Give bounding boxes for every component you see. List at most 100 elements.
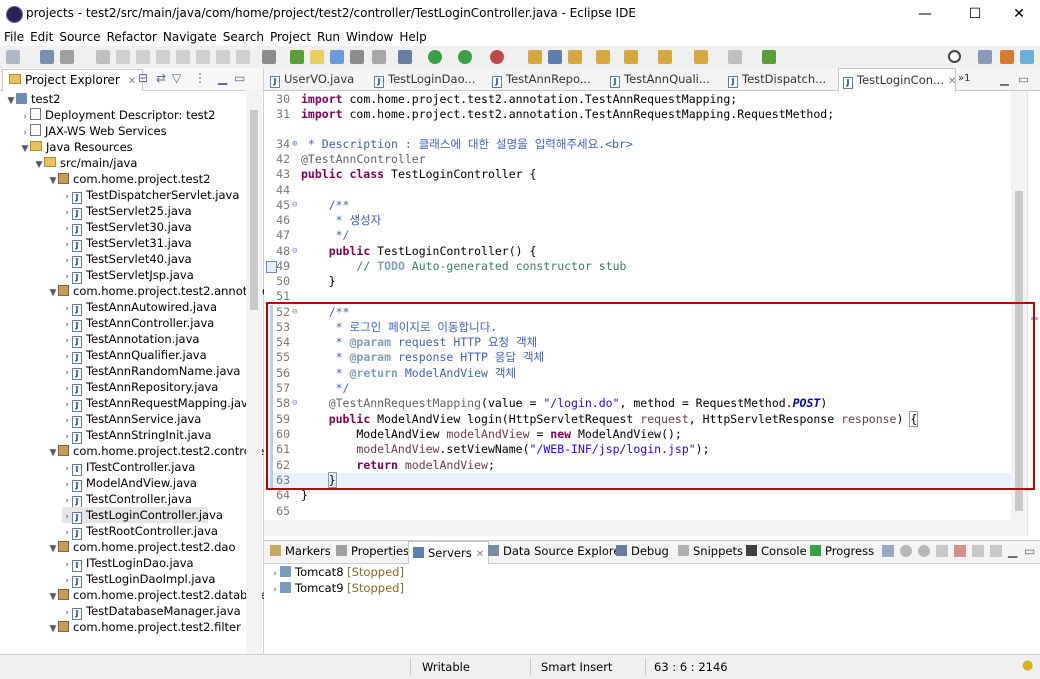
terminate-icon[interactable] xyxy=(156,50,170,64)
tree-item-file[interactable]: › J TestAnnRepository.java xyxy=(62,379,218,396)
last-edit-location-icon[interactable] xyxy=(658,50,672,64)
toggle-mark-icon[interactable] xyxy=(330,50,344,64)
menu-search[interactable]: Search xyxy=(219,28,266,46)
skip-breakpoints-icon[interactable] xyxy=(96,50,110,64)
code-line[interactable]: 64} xyxy=(264,488,1024,503)
maximize-button[interactable]: ☐ xyxy=(952,0,998,28)
minimize-editor-icon[interactable]: ▁ xyxy=(1000,68,1009,90)
profile-server-icon[interactable] xyxy=(936,545,948,557)
chevron-down-icon[interactable]: ▼ xyxy=(48,285,58,301)
previous-annotation-icon[interactable] xyxy=(624,50,638,64)
publish-icon[interactable] xyxy=(972,545,984,557)
tree-item-file[interactable]: › J TestAnnService.java xyxy=(62,411,201,428)
code-line[interactable]: 65 xyxy=(264,504,1024,519)
chevron-down-icon[interactable]: ▼ xyxy=(48,541,58,557)
stop-server-icon[interactable] xyxy=(954,545,966,557)
link-with-editor-icon[interactable]: ⇄ xyxy=(156,71,166,85)
show-whitespace-icon[interactable] xyxy=(350,50,364,64)
scrollbar-thumb[interactable] xyxy=(250,110,258,310)
step-into-icon[interactable] xyxy=(196,50,210,64)
pin-editor-icon[interactable] xyxy=(762,50,776,64)
editor-tab[interactable]: J TestAnnQuali... xyxy=(610,68,710,90)
new-icon[interactable] xyxy=(6,50,20,64)
disconnect-icon[interactable] xyxy=(176,50,190,64)
java-ee-perspective-icon[interactable] xyxy=(1000,50,1014,64)
maximize-view-icon[interactable]: ▭ xyxy=(234,71,245,85)
external-tools-icon[interactable] xyxy=(490,50,504,64)
open-task-icon[interactable] xyxy=(548,50,562,64)
tree-item-file[interactable]: › J TestDatabaseManager.java xyxy=(62,603,241,620)
tree-item-file[interactable]: › J TestAnnQualifier.java xyxy=(62,347,207,364)
code-line[interactable]: 31 import com.home.project.test2.annotati… xyxy=(264,107,1024,122)
tree-item-file[interactable]: › J TestAnnStringInit.java xyxy=(62,427,212,444)
tip-lightbulb-icon[interactable]: ● xyxy=(1022,658,1033,673)
fold-expand-icon[interactable]: ⊕ xyxy=(292,137,297,152)
code-line[interactable]: 43 public class TestLoginController { xyxy=(264,167,1024,182)
debug-server-icon[interactable] xyxy=(900,545,912,557)
menu-window[interactable]: Window xyxy=(342,28,395,46)
explorer-scrollbar[interactable] xyxy=(246,90,262,654)
debug-icon[interactable] xyxy=(398,50,412,64)
tree-item-package[interactable]: ▼ com.home.project.test2.controller xyxy=(48,443,269,459)
tree-item-file[interactable]: › J TestController.java xyxy=(62,491,192,508)
tree-item-file[interactable]: › I ITestController.java xyxy=(62,459,195,476)
save-icon[interactable] xyxy=(40,50,54,64)
tab-servers[interactable]: Servers ✕ xyxy=(408,541,490,564)
minimize-view-icon[interactable]: ▁ xyxy=(218,71,227,85)
tree-item-src-folder[interactable]: ▼ src/main/java xyxy=(34,155,138,173)
view-menu-icon[interactable]: ⋮ xyxy=(194,71,206,85)
tree-item-project[interactable]: ▼ test2 xyxy=(6,91,61,107)
tree-item-file[interactable]: › J TestRootController.java xyxy=(62,523,218,540)
start-server-icon[interactable] xyxy=(918,545,930,557)
tree-item-file[interactable]: › J TestServlet31.java xyxy=(62,235,192,252)
tab-snippets[interactable]: Snippets xyxy=(678,544,743,558)
server-row[interactable]: › Tomcat9 [Stopped] xyxy=(270,581,404,595)
tree-item-file[interactable]: › J ModelAndView.java xyxy=(62,475,197,492)
back-icon[interactable] xyxy=(694,50,708,64)
tree-item-file[interactable]: › I ITestLoginDao.java xyxy=(62,555,194,572)
task-marker-icon[interactable] xyxy=(266,261,277,273)
close-icon[interactable]: ✕ xyxy=(128,76,136,87)
editor-tab[interactable]: J TestLoginDao... xyxy=(374,68,475,90)
editor-tab[interactable]: J UserVO.java xyxy=(270,68,354,90)
new-java-project-icon[interactable] xyxy=(290,50,304,64)
fold-collapse-icon[interactable]: ⊖ xyxy=(292,198,297,213)
tree-item-file[interactable]: › J TestAnnotation.java xyxy=(62,331,199,348)
step-return-icon[interactable] xyxy=(236,50,250,64)
code-line[interactable]: 44 xyxy=(264,183,1024,198)
menu-file[interactable]: File xyxy=(0,28,26,46)
tree-item-package[interactable]: ▼ com.home.project.test2.filter xyxy=(48,619,241,635)
tab-console[interactable]: Console xyxy=(746,544,807,558)
status-cursor-position[interactable]: 63 : 6 : 2146 xyxy=(654,660,728,674)
tree-item-file[interactable]: › J TestDispatcherServlet.java xyxy=(62,187,239,204)
save-all-icon[interactable] xyxy=(60,50,74,64)
tab-project-explorer[interactable]: Project Explorer ✕ xyxy=(2,69,144,91)
menu-help[interactable]: Help xyxy=(395,28,428,46)
tab-properties[interactable]: Properties xyxy=(336,544,409,558)
chevron-down-icon[interactable]: ▼ xyxy=(20,141,30,157)
code-line[interactable]: 47 */ xyxy=(264,228,1024,243)
code-line[interactable]: 46 * 생성자 xyxy=(264,213,1024,228)
tree-item-file[interactable]: › J TestServlet40.java xyxy=(62,251,192,268)
chevron-down-icon[interactable]: ▼ xyxy=(34,157,44,173)
code-line[interactable]: 50 } xyxy=(264,274,1024,289)
run-icon[interactable] xyxy=(428,50,442,64)
tree-item-file[interactable]: › J TestLoginDaoImpl.java xyxy=(62,571,215,588)
next-annotation-icon[interactable] xyxy=(596,50,610,64)
tree-item-java-resources[interactable]: ▼ Java Resources xyxy=(20,139,133,155)
fold-collapse-icon[interactable]: ⊖ xyxy=(292,244,297,259)
menu-refactor[interactable]: Refactor xyxy=(103,28,159,46)
code-line[interactable]: 34 ⊕ * Description : 클래스에 대한 설명을 입력해주세요.<… xyxy=(264,137,1024,152)
tree-item-file[interactable]: › J TestAnnAutowired.java xyxy=(62,299,217,316)
menu-navigate[interactable]: Navigate xyxy=(159,28,219,46)
server-row[interactable]: › Tomcat8 [Stopped] xyxy=(270,565,404,579)
code-line[interactable]: 49 // TODO Auto-generated constructor st… xyxy=(264,259,1024,274)
chevron-down-icon[interactable]: ▼ xyxy=(48,173,58,189)
menu-run[interactable]: Run xyxy=(313,28,342,46)
maximize-editor-icon[interactable]: ▭ xyxy=(1018,68,1029,90)
block-selection-icon[interactable] xyxy=(372,50,386,64)
status-insert-mode[interactable]: Smart Insert xyxy=(541,660,612,674)
menu-project[interactable]: Project xyxy=(266,28,313,46)
tab-overflow-button[interactable]: »1 xyxy=(958,68,970,90)
tree-item-file-selected[interactable]: › J TestLoginController.java xyxy=(62,507,223,524)
